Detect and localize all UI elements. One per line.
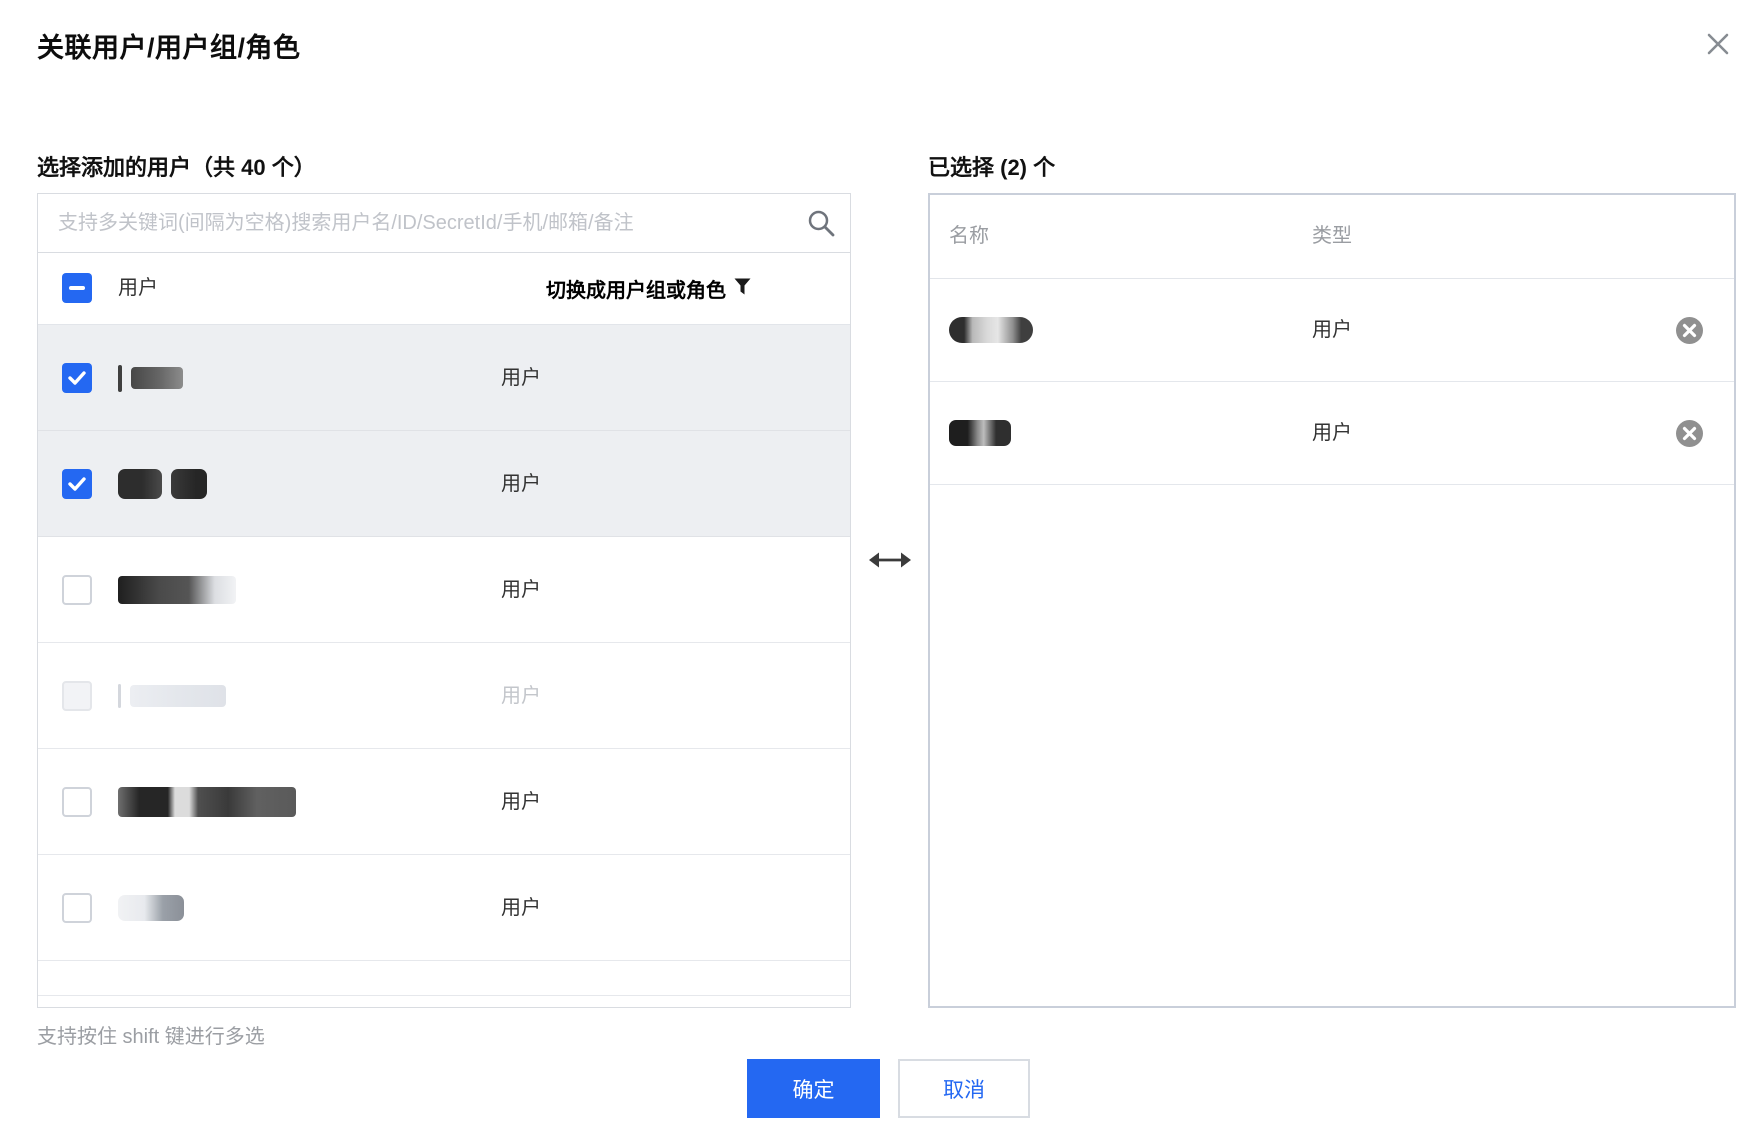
- row-checkbox-unchecked[interactable]: [62, 787, 92, 817]
- row-type-label: 用户: [501, 431, 541, 537]
- remove-item-icon[interactable]: [1676, 317, 1703, 344]
- search-icon[interactable]: [806, 208, 836, 238]
- row-type-label: 用户: [501, 749, 541, 855]
- row-type-label: 用户: [501, 643, 541, 749]
- redacted-user-name: [118, 749, 296, 855]
- associate-users-dialog: 关联用户/用户组/角色 选择添加的用户（共 40 个） 已选择 (2) 个 用户…: [0, 0, 1756, 1140]
- multi-select-hint: 支持按住 shift 键进行多选: [37, 1020, 265, 1049]
- selected-items-panel: 名称 类型 用户 用户: [928, 193, 1736, 1008]
- select-all-checkbox[interactable]: [62, 273, 92, 303]
- redacted-user-name: [118, 855, 184, 961]
- row-checkbox-unchecked[interactable]: [62, 575, 92, 605]
- redacted-user-name: [118, 643, 226, 749]
- switch-entity-type-label: 切换成用户组或角色: [546, 274, 726, 303]
- partial-list-row: [38, 961, 850, 996]
- user-list-item[interactable]: 用户: [38, 537, 850, 643]
- selected-item-row: 用户: [930, 382, 1734, 485]
- redacted-user-name: [118, 325, 183, 431]
- close-icon[interactable]: [1698, 24, 1738, 64]
- selected-item-row: 用户: [930, 279, 1734, 382]
- column-header-type: 类型: [1312, 195, 1352, 278]
- filter-icon: [734, 278, 751, 300]
- switch-entity-type-control[interactable]: 切换成用户组或角色: [546, 253, 751, 324]
- row-type-label: 用户: [1312, 279, 1352, 381]
- user-list-item-disabled: 用户: [38, 643, 850, 749]
- entity-type-label: 用户: [118, 253, 158, 324]
- redacted-user-name: [949, 382, 1011, 484]
- selected-header-row: 名称 类型: [930, 195, 1734, 279]
- row-type-label: 用户: [501, 325, 541, 431]
- row-type-label: 用户: [501, 537, 541, 643]
- transfer-arrow-icon: [866, 546, 914, 574]
- column-header-name: 名称: [949, 195, 989, 278]
- user-list-item[interactable]: 用户: [38, 431, 850, 537]
- selected-section-label: 已选择 (2) 个: [928, 150, 1055, 182]
- redacted-user-name: [118, 537, 236, 643]
- source-section-label: 选择添加的用户（共 40 个）: [37, 150, 316, 182]
- row-type-label: 用户: [501, 855, 541, 961]
- user-list-item[interactable]: 用户: [38, 855, 850, 961]
- source-user-list-panel: 用户 切换成用户组或角色 用户 用户 用户: [37, 193, 851, 1008]
- row-checkbox-disabled: [62, 681, 92, 711]
- list-header-row: 用户 切换成用户组或角色: [38, 253, 850, 325]
- redacted-user-name: [118, 431, 207, 537]
- redacted-user-name: [949, 279, 1033, 381]
- page-title: 关联用户/用户组/角色: [37, 26, 301, 65]
- search-bar: [38, 194, 850, 253]
- row-checkbox-checked[interactable]: [62, 363, 92, 393]
- row-checkbox-unchecked[interactable]: [62, 893, 92, 923]
- user-list-item[interactable]: 用户: [38, 325, 850, 431]
- search-input[interactable]: [38, 194, 850, 252]
- cancel-button[interactable]: 取消: [898, 1059, 1030, 1118]
- row-type-label: 用户: [1312, 382, 1352, 484]
- remove-item-icon[interactable]: [1676, 420, 1703, 447]
- row-checkbox-checked[interactable]: [62, 469, 92, 499]
- user-list-item[interactable]: 用户: [38, 749, 850, 855]
- confirm-button[interactable]: 确定: [747, 1059, 880, 1118]
